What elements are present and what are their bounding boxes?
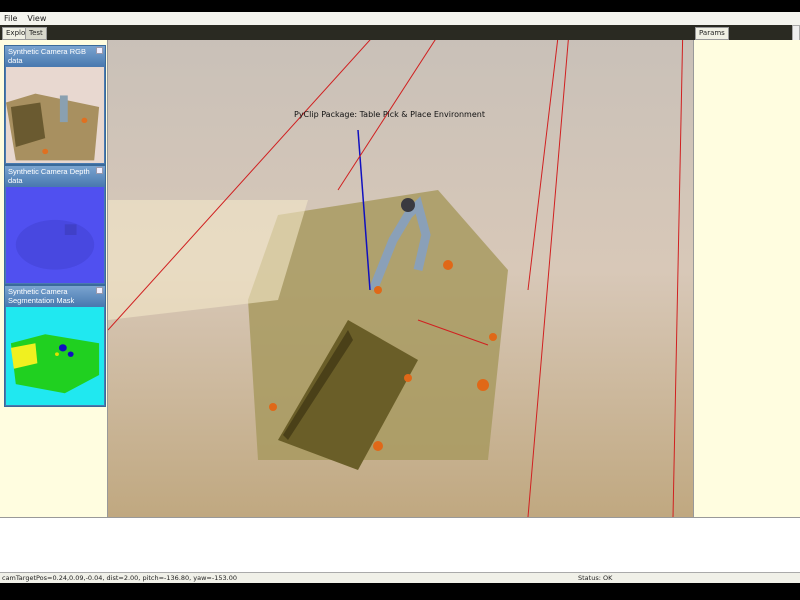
segmentation-camera-image bbox=[6, 307, 104, 405]
segmentation-camera-title: Synthetic Camera Segmentation Mask bbox=[8, 287, 75, 305]
close-icon[interactable] bbox=[96, 167, 103, 174]
tab-test[interactable]: Test bbox=[25, 27, 47, 40]
explorer-panel: Synthetic Camera RGB data Synthetic Came… bbox=[0, 40, 108, 517]
camera-info: camTargetPos=0.24,0.09,-0.04, dist=2.00,… bbox=[2, 574, 237, 582]
depth-camera-image bbox=[6, 187, 104, 283]
status-text: Status: OK bbox=[578, 574, 613, 582]
log-area[interactable] bbox=[0, 517, 800, 572]
scene: PyClip Package: Table Pick & Place Envir… bbox=[108, 40, 693, 517]
close-icon[interactable] bbox=[96, 287, 103, 294]
menu-file[interactable]: File bbox=[4, 14, 17, 23]
depth-camera-window[interactable]: Synthetic Camera Depth data bbox=[4, 165, 106, 285]
rgb-camera-image bbox=[6, 67, 104, 163]
rgb-camera-title: Synthetic Camera RGB data bbox=[8, 47, 86, 65]
tab-params[interactable]: Params bbox=[695, 27, 729, 40]
status-bar: camTargetPos=0.24,0.09,-0.04, dist=2.00,… bbox=[0, 572, 800, 583]
depth-camera-title: Synthetic Camera Depth data bbox=[8, 167, 90, 185]
3d-viewport[interactable]: PyClip Package: Table Pick & Place Envir… bbox=[108, 40, 693, 517]
tab-bar bbox=[0, 25, 800, 40]
menu-view[interactable]: View bbox=[27, 14, 46, 23]
menu-bar: File View bbox=[0, 12, 800, 25]
segmentation-camera-window[interactable]: Synthetic Camera Segmentation Mask bbox=[4, 285, 106, 407]
rgb-camera-window[interactable]: Synthetic Camera RGB data bbox=[4, 45, 106, 165]
close-icon[interactable] bbox=[96, 47, 103, 54]
viewport-title: PyClip Package: Table Pick & Place Envir… bbox=[294, 110, 485, 119]
params-panel bbox=[693, 40, 800, 517]
